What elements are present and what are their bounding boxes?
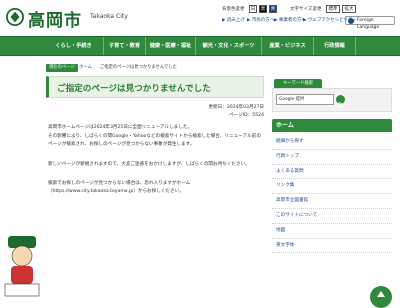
search-icon bbox=[337, 102, 344, 109]
nav-item-admin[interactable]: 行政情報 bbox=[314, 37, 356, 55]
citizens-link[interactable]: ▶ 市民の方へ bbox=[247, 17, 274, 23]
foreign-language-label: Foreign Language bbox=[357, 18, 380, 30]
globe-icon bbox=[348, 18, 354, 24]
search-box: Google 提供 bbox=[272, 88, 392, 112]
font-standard-button[interactable]: 標準 bbox=[326, 5, 340, 13]
city-emblem-icon bbox=[6, 8, 24, 26]
body-paragraph: 高岡市ホームページは2024年3月25日に全面リニューアルしました。 bbox=[48, 125, 193, 130]
bg-color-label: 背景色変更 bbox=[222, 7, 245, 12]
read-aloud-link[interactable]: ▶ 読み上げ bbox=[222, 17, 245, 23]
nav-item-childcare[interactable]: 子育て・教育 bbox=[104, 37, 146, 55]
sidebar-item-map[interactable]: 地図 bbox=[272, 224, 392, 239]
arrow-up-icon bbox=[377, 291, 385, 297]
search-button[interactable] bbox=[336, 95, 345, 109]
body-paragraph: その影響により、しばらくの間Google・Yahooなどの検索サイトから検索した… bbox=[48, 134, 261, 148]
font-size-label: 文字サイズ変更 bbox=[290, 7, 322, 12]
page-id: ページID：5524 bbox=[229, 113, 264, 118]
sidebar-item-library[interactable]: 高岡市立図書館 bbox=[272, 194, 392, 209]
sidebar-item-admin-top[interactable]: 行政トップ bbox=[272, 150, 392, 165]
page-title: ご指定のページは見つかりませんでした bbox=[57, 84, 211, 94]
nav-item-health[interactable]: 健康・医療・福祉 bbox=[146, 37, 196, 55]
page-title-box: ご指定のページは見つかりませんでした bbox=[46, 76, 264, 98]
body-paragraph: 新しいページが新規されますので、大変ご迷惑をおかけしますが、しばらくの間お待ちく… bbox=[48, 162, 250, 167]
search-input[interactable]: Google 提供 bbox=[276, 94, 334, 105]
breadcrumb-home-link[interactable]: ホーム bbox=[79, 64, 92, 72]
site-logo-text[interactable]: 高岡市 bbox=[28, 6, 82, 31]
nav-item-tourism[interactable]: 観光・文化・スポーツ bbox=[196, 37, 262, 55]
keyword-search-tab[interactable]: キーワード検索 bbox=[274, 79, 322, 88]
bg-black-button[interactable]: 黒 bbox=[259, 5, 267, 13]
global-nav: くらし・手続き 子育て・教育 健康・医療・福祉 観光・文化・スポーツ 産業・ビジ… bbox=[0, 36, 400, 56]
business-link[interactable]: ▶ 事業者の方へ bbox=[274, 17, 306, 23]
nav-item-industry[interactable]: 産業・ビジネス bbox=[262, 37, 314, 55]
updated-date: 更新日：2024年03月27日 bbox=[208, 105, 264, 110]
mascot-illustration bbox=[4, 236, 40, 297]
nav-item-living[interactable]: くらし・手続き bbox=[44, 37, 104, 55]
sidebar-item-organization[interactable]: 組織から探す bbox=[272, 135, 392, 150]
sidebar-item-english[interactable]: 英文字体 bbox=[272, 239, 392, 254]
bg-white-button[interactable]: 白 bbox=[249, 5, 257, 13]
sidebar-item-faq[interactable]: よくある質問 bbox=[272, 165, 392, 180]
font-enlarge-button[interactable]: 拡大 bbox=[342, 5, 356, 13]
sidebar-list: 組織から探す 行政トップ よくある質問 リンク集 高岡市立図書館 このサイトにつ… bbox=[272, 135, 392, 254]
sidebar-item-about[interactable]: このサイトについて bbox=[272, 209, 392, 224]
body-paragraph: 検索でお探しのページが見つからない場合は、恐れ入りますがホーム（https://… bbox=[48, 181, 191, 195]
current-page-badge: 現在のページ bbox=[46, 64, 78, 72]
sidebar-home-header[interactable]: ホーム bbox=[272, 119, 392, 132]
site-logo-subtitle: Takaoka City bbox=[90, 13, 128, 20]
back-to-top-button[interactable] bbox=[370, 286, 392, 308]
bg-blue-button[interactable]: 青 bbox=[269, 5, 277, 13]
foreign-language-button[interactable]: Foreign Language bbox=[345, 16, 395, 30]
sidebar-item-links[interactable]: リンク集 bbox=[272, 179, 392, 195]
site-header: 高岡市 Takaoka City 背景色変更 白 黒 青 文字サイズ変更 標準 … bbox=[0, 0, 400, 34]
breadcrumb-current: ご指定のページは見つかりませんでした bbox=[100, 65, 177, 70]
